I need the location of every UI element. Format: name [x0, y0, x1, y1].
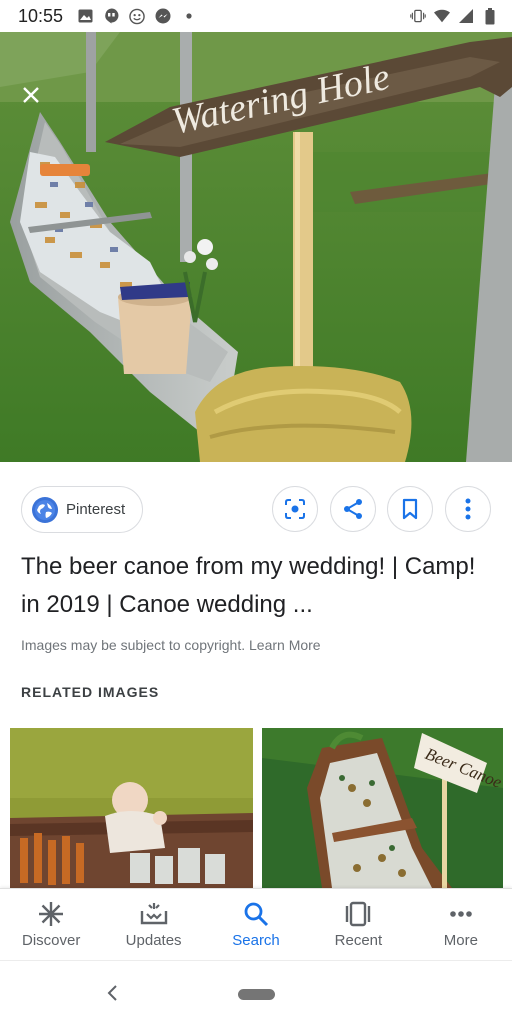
related-image-1-drawing	[10, 728, 253, 888]
cell-signal-icon	[458, 8, 474, 24]
more-notifications-dot-icon	[181, 8, 197, 24]
battery-icon	[482, 7, 498, 24]
related-images-heading: RELATED IMAGES	[21, 684, 160, 700]
asterisk-icon	[37, 900, 65, 928]
lens-icon	[285, 499, 305, 519]
assistant-notification-icon	[129, 8, 145, 24]
share-icon	[344, 499, 362, 519]
lens-button[interactable]	[272, 486, 318, 532]
hangouts-notification-icon	[103, 8, 119, 24]
source-action-row: Pinterest	[0, 486, 512, 534]
gallery-notification-icon	[77, 8, 93, 24]
close-icon	[23, 87, 39, 103]
status-time: 10:55	[18, 5, 64, 26]
related-image-2[interactable]: Beer Canoe	[262, 728, 503, 888]
image-viewer-page: 10:55 Watering Hole Pinterest The beer c…	[0, 0, 512, 1024]
copyright-note[interactable]: Images may be subject to copyright. Lear…	[21, 637, 321, 653]
nav-discover-label: Discover	[22, 932, 81, 949]
result-title[interactable]: The beer canoe from my wedding! | Camp! …	[21, 548, 491, 624]
recent-cards-icon	[344, 900, 372, 928]
nav-discover[interactable]: Discover	[0, 889, 102, 960]
system-status-icons	[410, 7, 498, 24]
source-chip[interactable]: Pinterest	[21, 486, 143, 533]
nav-recent-label: Recent	[334, 932, 383, 949]
save-button[interactable]	[387, 486, 433, 532]
source-name: Pinterest	[66, 501, 126, 518]
bottom-navigation: Discover Updates Search Recent More	[0, 888, 512, 960]
nav-updates-label: Updates	[125, 932, 182, 949]
wifi-icon	[434, 8, 450, 24]
system-back-button[interactable]	[100, 981, 124, 1005]
nav-more[interactable]: More	[410, 889, 512, 960]
system-navigation-bar	[0, 960, 512, 1024]
back-chevron-icon	[107, 985, 117, 1001]
search-icon	[242, 900, 270, 928]
vertical-dots-icon	[465, 498, 471, 520]
updates-tray-icon	[140, 900, 168, 928]
hero-image-drawing: Watering Hole	[0, 32, 512, 462]
notification-icons	[77, 8, 197, 24]
nav-more-label: More	[443, 932, 478, 949]
more-options-button[interactable]	[445, 486, 491, 532]
share-button[interactable]	[330, 486, 376, 532]
nav-search-label: Search	[232, 932, 280, 949]
hero-image[interactable]: Watering Hole	[0, 32, 512, 462]
more-dots-icon	[447, 900, 475, 928]
bookmark-icon	[402, 498, 418, 520]
nav-updates[interactable]: Updates	[102, 889, 204, 960]
nav-recent[interactable]: Recent	[307, 889, 409, 960]
messenger-notification-icon	[155, 8, 171, 24]
related-image-1[interactable]	[10, 728, 253, 888]
vibrate-icon	[410, 8, 426, 24]
status-bar: 10:55	[0, 0, 512, 32]
globe-icon	[32, 496, 58, 523]
close-button[interactable]	[18, 82, 44, 108]
system-home-pill[interactable]	[238, 989, 275, 1000]
related-image-2-drawing: Beer Canoe	[262, 728, 503, 888]
nav-search[interactable]: Search	[205, 889, 307, 960]
